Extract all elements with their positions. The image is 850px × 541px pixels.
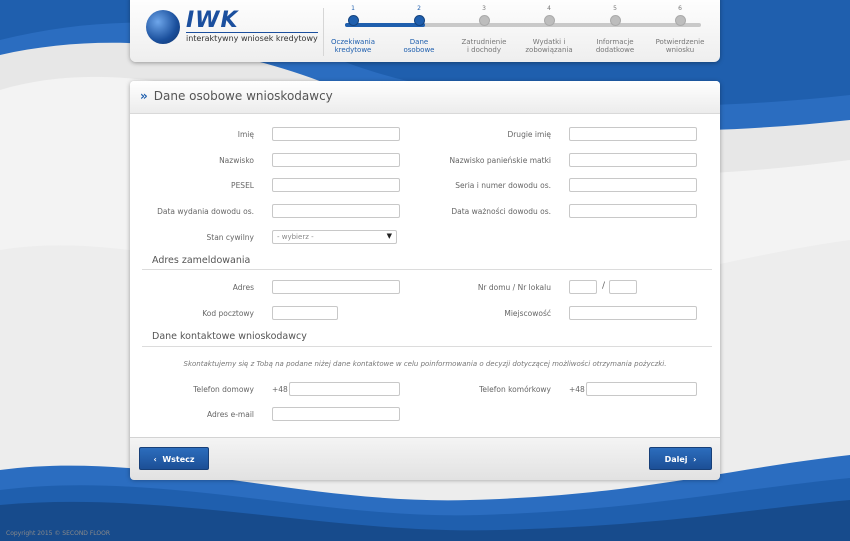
- nr-domu-input[interactable]: [569, 280, 597, 294]
- kod-pocztowy-input[interactable]: [272, 306, 338, 320]
- label-pesel: PESEL: [231, 181, 254, 190]
- step-number: 4: [547, 5, 551, 12]
- step-4[interactable]: 4 Wydatki i zobowiązania: [517, 4, 581, 54]
- step-number: 1: [351, 5, 355, 12]
- label-kod-pocztowy: Kod pocztowy: [202, 309, 254, 318]
- label-adres: Adres: [232, 283, 254, 292]
- label-imie: Imię: [237, 130, 254, 139]
- step-5[interactable]: 5 Informacje dodatkowe: [583, 4, 647, 54]
- form-footer: [130, 437, 720, 480]
- progress-steps: 1 Oczekiwania kredytowe 2 Dane osobowe 3 Z…: [331, 4, 712, 60]
- nazwisko-panienskie-input[interactable]: [569, 153, 697, 167]
- header: IWK interaktywny wniosek kredytowy 1 Ocz…: [130, 0, 720, 62]
- step-3[interactable]: 3 Zatrudnienie i dochody: [452, 4, 516, 54]
- drugie-imie-input[interactable]: [569, 127, 697, 141]
- step-label: Oczekiwania kredytowe: [330, 38, 376, 54]
- logo[interactable]: IWK interaktywny wniosek kredytowy: [146, 8, 318, 50]
- step-1[interactable]: 1 Oczekiwania kredytowe: [321, 4, 385, 54]
- label-nazwisko-panienskie: Nazwisko panieńskie matki: [449, 156, 551, 165]
- label-telefon-domowy: Telefon domowy: [193, 385, 254, 394]
- step-number: 6: [678, 5, 682, 12]
- step-label: Potwierdzenie wniosku: [655, 38, 705, 54]
- step-dot-icon: [478, 15, 490, 26]
- contact-info-text: Skontaktujemy się z Tobą na podane niżej…: [183, 360, 667, 368]
- label-email: Adres e-mail: [207, 410, 254, 419]
- label-stan-cywilny: Stan cywilny: [206, 233, 255, 242]
- step-number: 5: [613, 5, 617, 12]
- label-seria-dowodu: Seria i numer dowodu os.: [455, 181, 551, 190]
- step-label: Wydatki i zobowiązania: [525, 38, 573, 54]
- pesel-input[interactable]: [272, 178, 400, 192]
- page-title: » Dane osobowe wnioskodawcy: [140, 89, 333, 103]
- house-number-separator: /: [602, 281, 606, 291]
- step-label: Zatrudnienie i dochody: [461, 38, 507, 54]
- globe-logo-icon: [146, 10, 180, 44]
- adres-input[interactable]: [272, 280, 400, 294]
- step-2[interactable]: 2 Dane osobowe: [387, 4, 451, 54]
- section-adres-zameldowania: Adres zameldowania: [152, 255, 251, 266]
- back-button[interactable]: ‹ Wstecz: [139, 447, 209, 470]
- step-6[interactable]: 6 Potwierdzenie wniosku: [648, 4, 712, 54]
- label-telefon-komorkowy: Telefon komórkowy: [479, 385, 551, 394]
- imie-input[interactable]: [272, 127, 400, 141]
- chevron-right-icon: »: [140, 89, 148, 103]
- label-nr-domu: Nr domu / Nr lokalu: [477, 283, 551, 292]
- step-dot-icon: [413, 15, 425, 26]
- next-button[interactable]: Dalej ›: [649, 447, 712, 470]
- step-number: 3: [482, 5, 486, 12]
- nazwisko-input[interactable]: [272, 153, 400, 167]
- step-dot-icon: [609, 15, 621, 26]
- phone-prefix: +48: [272, 385, 288, 394]
- label-data-waznosci: Data ważności dowodu os.: [451, 207, 551, 216]
- step-label: Dane osobowe: [403, 38, 435, 54]
- step-label: Informacje dodatkowe: [595, 38, 635, 54]
- stan-cywilny-select[interactable]: - wybierz - ▼: [272, 230, 397, 244]
- caret-down-icon: ▼: [386, 232, 392, 240]
- form-header: » Dane osobowe wnioskodawcy: [130, 81, 720, 114]
- email-input[interactable]: [272, 407, 400, 421]
- miejscowosc-input[interactable]: [569, 306, 697, 320]
- label-nazwisko: Nazwisko: [219, 156, 254, 165]
- telefon-komorkowy-input[interactable]: [586, 382, 697, 396]
- step-dot-icon: [674, 15, 686, 26]
- logo-name: IWK: [186, 8, 239, 33]
- logo-tagline: interaktywny wniosek kredytowy: [186, 32, 318, 43]
- section-divider: [142, 269, 712, 270]
- label-miejscowosc: Miejscowość: [504, 309, 551, 318]
- chevron-right-icon: ›: [693, 455, 697, 464]
- copyright: Copyright 2015 © SECOND FLOOR: [6, 530, 111, 537]
- step-number: 2: [417, 5, 421, 12]
- form-card: » Dane osobowe wnioskodawcy Imię Drugie i…: [130, 81, 720, 480]
- section-dane-kontaktowe: Dane kontaktowe wnioskodawcy: [152, 331, 307, 342]
- phone-prefix: +48: [569, 385, 585, 394]
- section-divider: [142, 346, 712, 347]
- stan-cywilny-value: - wybierz -: [277, 233, 314, 241]
- data-wydania-input[interactable]: [272, 204, 400, 218]
- chevron-left-icon: ‹: [153, 455, 157, 464]
- step-dot-icon: [347, 15, 359, 26]
- label-drugie-imie: Drugie imię: [507, 130, 551, 139]
- label-data-wydania: Data wydania dowodu os.: [157, 207, 254, 216]
- step-dot-icon: [543, 15, 555, 26]
- seria-dowodu-input[interactable]: [569, 178, 697, 192]
- telefon-domowy-input[interactable]: [289, 382, 400, 396]
- nr-lokalu-input[interactable]: [609, 280, 637, 294]
- data-waznosci-input[interactable]: [569, 204, 697, 218]
